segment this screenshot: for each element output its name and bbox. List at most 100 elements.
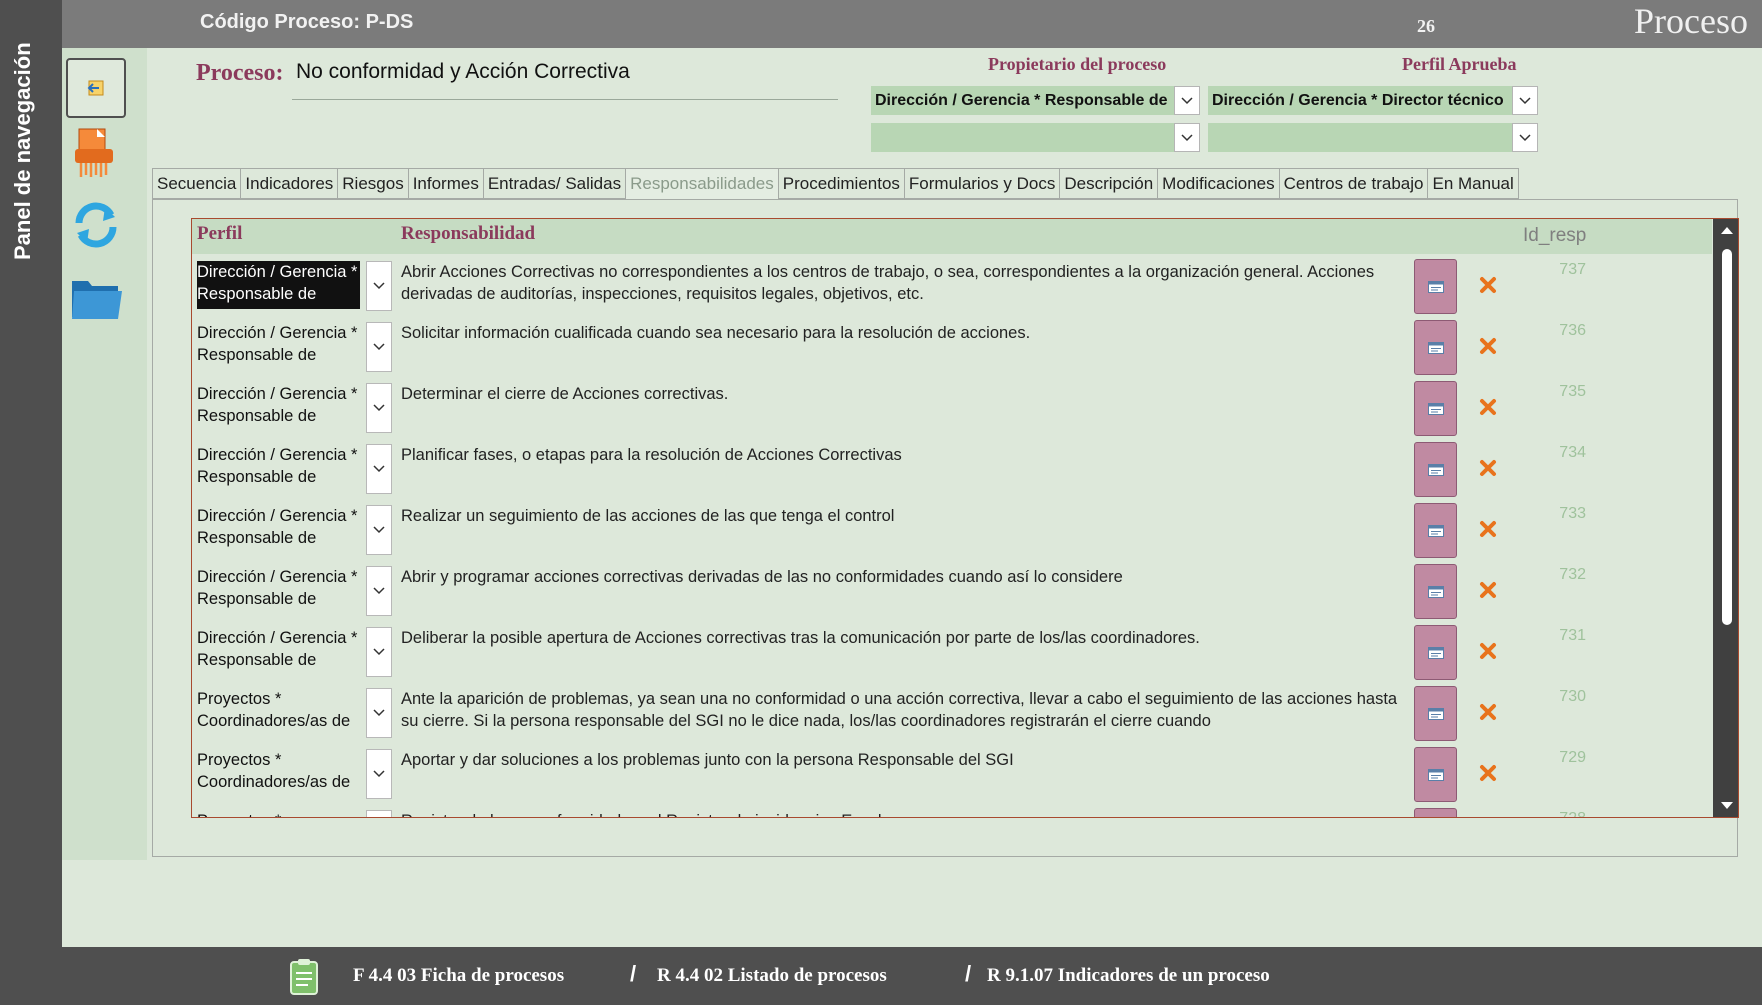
exit-icon: [87, 80, 104, 96]
delete-x-icon: [1480, 643, 1496, 659]
row-responsabilidad-field[interactable]: Abrir y programar acciones correctivas d…: [401, 566, 1401, 614]
delete-x-icon: [1480, 399, 1496, 415]
row-responsabilidad-field[interactable]: Deliberar la posible apertura de Accione…: [401, 627, 1401, 675]
row-responsabilidad-field[interactable]: Registro de la no conformidad en el Regi…: [401, 810, 1401, 817]
row-perfil-dropdown-button[interactable]: [366, 261, 392, 311]
form-icon: [1427, 341, 1444, 354]
row-perfil-dropdown-button[interactable]: [366, 444, 392, 494]
tab-procedimientos[interactable]: Procedimientos: [777, 168, 904, 199]
row-delete-button[interactable]: [1476, 700, 1500, 724]
row-delete-button[interactable]: [1476, 639, 1500, 663]
refresh-button[interactable]: [66, 194, 126, 254]
refresh-icon: [75, 202, 117, 248]
row-perfil-field[interactable]: Dirección / Gerencia * Responsable de: [197, 627, 360, 675]
back-button[interactable]: [66, 58, 126, 118]
tab-centros-trabajo[interactable]: Centros de trabajo: [1278, 168, 1428, 199]
footer-link-indicadores-proceso[interactable]: R 9.1.07 Indicadores de un proceso: [987, 965, 1270, 987]
approve-combo[interactable]: Dirección / Gerencia * Director técnico: [1208, 86, 1538, 115]
footer-bar: F 4.4 03 Ficha de procesos / R 4.4 02 Li…: [62, 947, 1762, 1005]
table-row: Proyectos * Registro de la no conformidad…: [192, 805, 1712, 817]
owner-combo-2[interactable]: [871, 123, 1200, 152]
delete-x-icon: [1480, 460, 1496, 476]
row-delete-button[interactable]: [1476, 334, 1500, 358]
row-perfil-dropdown-button[interactable]: [366, 566, 392, 616]
row-perfil-field[interactable]: Proyectos * Coordinadores/as de: [197, 749, 360, 797]
owner-2-dropdown-button[interactable]: [1174, 123, 1200, 152]
tab-descripcion[interactable]: Descripción: [1059, 168, 1158, 199]
row-edit-button[interactable]: [1414, 625, 1457, 680]
owner-combo-value: Dirección / Gerencia * Responsable de: [875, 91, 1168, 109]
row-perfil-field[interactable]: Proyectos *: [197, 810, 360, 817]
row-delete-button[interactable]: [1476, 456, 1500, 480]
row-edit-button[interactable]: [1414, 686, 1457, 741]
footer-link-listado-procesos[interactable]: R 4.4 02 Listado de procesos: [657, 965, 887, 987]
tab-informes[interactable]: Informes: [407, 168, 483, 199]
row-id-resp: 736: [1559, 322, 1586, 339]
chevron-down-icon: [373, 587, 385, 595]
row-responsabilidad-field[interactable]: Planificar fases, o etapas para la resol…: [401, 444, 1401, 492]
row-id-resp: 735: [1559, 383, 1586, 400]
row-edit-button[interactable]: [1414, 747, 1457, 802]
row-responsabilidad-field[interactable]: Realizar un seguimiento de las acciones …: [401, 505, 1401, 553]
print-button[interactable]: [66, 122, 126, 182]
row-perfil-field[interactable]: Dirección / Gerencia * Responsable de: [197, 261, 360, 309]
row-edit-button[interactable]: [1414, 808, 1457, 817]
row-perfil-dropdown-button[interactable]: [366, 505, 392, 555]
row-edit-button[interactable]: [1414, 320, 1457, 375]
row-perfil-field[interactable]: Dirección / Gerencia * Responsable de: [197, 505, 360, 553]
chevron-down-icon: [1181, 133, 1193, 141]
row-delete-button[interactable]: [1476, 578, 1500, 602]
chevron-down-icon: [373, 770, 385, 778]
tab-secuencia[interactable]: Secuencia: [152, 168, 241, 199]
row-edit-button[interactable]: [1414, 442, 1457, 497]
row-perfil-dropdown-button[interactable]: [366, 749, 392, 799]
row-responsabilidad-field[interactable]: Aportar y dar soluciones a los problemas…: [401, 749, 1401, 797]
tab-entradas-salidas[interactable]: Entradas/ Salidas: [482, 168, 626, 199]
approve-label: Perfil Aprueba: [1402, 54, 1517, 74]
row-delete-button[interactable]: [1476, 761, 1500, 785]
row-responsabilidad-field[interactable]: Determinar el cierre de Acciones correct…: [401, 383, 1401, 431]
chevron-down-icon: [373, 343, 385, 351]
column-header-perfil: Perfil: [197, 223, 243, 244]
row-responsabilidad-field[interactable]: Abrir Acciones Correctivas no correspond…: [401, 261, 1401, 309]
row-perfil-dropdown-button[interactable]: [366, 627, 392, 677]
scrollbar-thumb[interactable]: [1722, 249, 1732, 625]
scroll-up-icon[interactable]: [1720, 225, 1734, 235]
row-perfil-dropdown-button[interactable]: [366, 383, 392, 433]
approve-dropdown-button[interactable]: [1512, 86, 1538, 115]
scroll-down-icon[interactable]: [1720, 801, 1734, 811]
tab-en-manual[interactable]: En Manual: [1427, 168, 1519, 199]
row-perfil-dropdown-button[interactable]: [366, 688, 392, 738]
tab-formularios-docs[interactable]: Formularios y Docs: [903, 168, 1060, 199]
row-perfil-dropdown-button[interactable]: [366, 810, 392, 817]
row-edit-button[interactable]: [1414, 259, 1457, 314]
approve-combo-2[interactable]: [1208, 123, 1538, 152]
footer-link-ficha-procesos[interactable]: F 4.4 03 Ficha de procesos: [353, 965, 564, 987]
tab-riesgos[interactable]: Riesgos: [337, 168, 408, 199]
tab-responsabilidades[interactable]: Responsabilidades: [625, 168, 778, 199]
row-edit-button[interactable]: [1414, 503, 1457, 558]
row-perfil-field[interactable]: Dirección / Gerencia * Responsable de: [197, 444, 360, 492]
row-edit-button[interactable]: [1414, 381, 1457, 436]
chevron-down-icon: [373, 526, 385, 534]
row-perfil-field[interactable]: Dirección / Gerencia * Responsable de: [197, 566, 360, 614]
row-id-resp: 729: [1559, 749, 1586, 766]
row-delete-button[interactable]: [1476, 517, 1500, 541]
tab-indicadores[interactable]: Indicadores: [240, 168, 338, 199]
row-perfil-dropdown-button[interactable]: [366, 322, 392, 372]
row-delete-button[interactable]: [1476, 395, 1500, 419]
owner-combo[interactable]: Dirección / Gerencia * Responsable de: [871, 86, 1200, 115]
row-perfil-field[interactable]: Dirección / Gerencia * Responsable de: [197, 322, 360, 370]
tab-modificaciones[interactable]: Modificaciones: [1157, 168, 1279, 199]
row-id-resp: 737: [1559, 261, 1586, 278]
process-name-field[interactable]: No conformidad y Acción Correctiva: [296, 60, 630, 84]
row-responsabilidad-field[interactable]: Solicitar información cualificada cuando…: [401, 322, 1401, 370]
row-perfil-field[interactable]: Proyectos * Coordinadores/as de: [197, 688, 360, 736]
row-responsabilidad-field[interactable]: Ante la aparición de problemas, ya sean …: [401, 688, 1401, 736]
row-perfil-field[interactable]: Dirección / Gerencia * Responsable de: [197, 383, 360, 431]
approve-2-dropdown-button[interactable]: [1512, 123, 1538, 152]
row-edit-button[interactable]: [1414, 564, 1457, 619]
folder-button[interactable]: [66, 268, 126, 328]
owner-dropdown-button[interactable]: [1174, 86, 1200, 115]
row-delete-button[interactable]: [1476, 273, 1500, 297]
